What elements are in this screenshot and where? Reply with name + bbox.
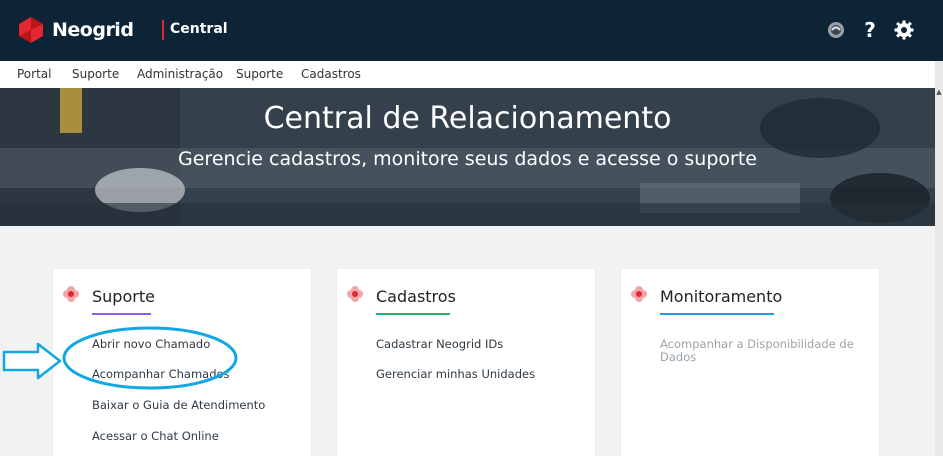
cadastros-flower-icon — [347, 286, 363, 302]
hero-title: Central de Relacionamento — [263, 101, 672, 136]
card-title-underline — [92, 313, 151, 315]
card-title: Cadastros — [376, 287, 456, 306]
card-title: Suporte — [92, 287, 155, 306]
nav-item-administracao[interactable]: Administração — [137, 67, 223, 81]
card-title-underline — [660, 313, 774, 315]
link-baixar-guia[interactable]: Baixar o Guia de Atendimento — [92, 399, 297, 412]
user-avatar-icon[interactable] — [824, 18, 848, 42]
top-bar: Neogrid Central ? — [0, 0, 943, 61]
link-disponibilidade-dados[interactable]: Acompanhar a Disponibilidade de Dados — [660, 338, 865, 364]
nav-item-portal[interactable]: Portal — [17, 67, 51, 81]
link-gerenciar-unidades[interactable]: Gerenciar minhas Unidades — [376, 368, 581, 381]
brand-name[interactable]: Neogrid — [52, 19, 134, 41]
pointer-arrow-icon — [2, 342, 62, 380]
card-title-underline — [376, 313, 450, 315]
gear-icon[interactable] — [892, 18, 916, 42]
main-nav: Portal Suporte Administração Suporte Cad… — [0, 61, 943, 89]
scroll-up-arrow-icon[interactable]: ▲ — [935, 88, 943, 100]
link-chat-online[interactable]: Acessar o Chat Online — [92, 430, 297, 443]
brand-divider — [162, 20, 164, 40]
nav-item-cadastros[interactable]: Cadastros — [301, 67, 361, 81]
nav-item-suporte-2[interactable]: Suporte — [236, 67, 283, 81]
hero-banner: Central de Relacionamento Gerencie cadas… — [0, 88, 935, 226]
card-title: Monitoramento — [660, 287, 783, 306]
link-cadastrar-neogrid-ids[interactable]: Cadastrar Neogrid IDs — [376, 338, 581, 351]
product-name: Central — [170, 21, 228, 37]
card-monitoramento: Monitoramento Acompanhar a Disponibilida… — [621, 269, 879, 456]
card-cadastros: Cadastros Cadastrar Neogrid IDs Gerencia… — [337, 269, 595, 456]
help-icon[interactable]: ? — [858, 18, 882, 42]
card-suporte: Suporte Abrir novo Chamado Acompanhar Ch… — [53, 269, 311, 456]
hero-subtitle: Gerencie cadastros, monitore seus dados … — [178, 148, 757, 170]
page-scrollbar[interactable] — [935, 61, 943, 456]
link-acompanhar-chamados[interactable]: Acompanhar Chamados — [92, 368, 297, 381]
support-flower-icon — [63, 286, 79, 302]
neogrid-logo-icon — [19, 17, 43, 43]
nav-item-suporte[interactable]: Suporte — [72, 67, 119, 81]
monitoring-flower-icon — [631, 286, 647, 302]
link-abrir-novo-chamado[interactable]: Abrir novo Chamado — [92, 338, 297, 351]
